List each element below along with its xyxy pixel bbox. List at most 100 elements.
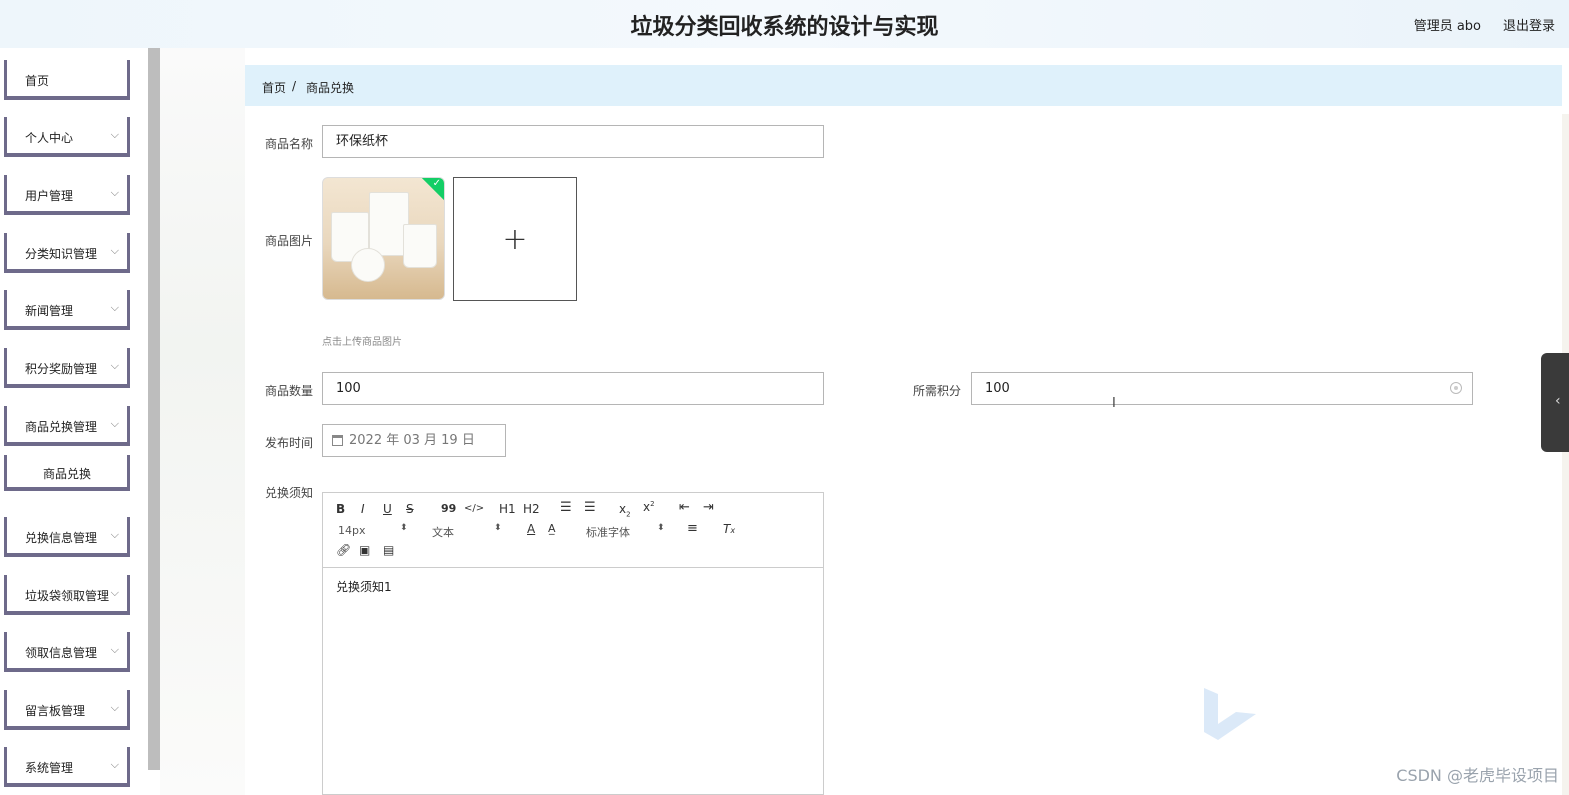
font-family-chevron-icon: ⬍ xyxy=(657,523,665,533)
points-label: 所需积分 xyxy=(913,384,962,398)
font-color-icon[interactable]: A xyxy=(527,522,535,536)
sidebar-item-label: 领取信息管理 xyxy=(25,646,98,660)
strike-button[interactable]: S xyxy=(406,502,414,516)
h1-button[interactable]: H1 xyxy=(499,502,516,516)
product-image-label: 商品图片 xyxy=(265,234,314,248)
watermark: CSDN @老虎毕设项目 xyxy=(1396,766,1559,785)
uploaded-image-thumbnail[interactable]: ✓ xyxy=(322,177,445,300)
chevron-down-icon: ⌵ xyxy=(110,528,119,541)
sidebar-menu-item[interactable]: 领取信息管理 ⌵ xyxy=(4,632,130,672)
sidebar-menu-item[interactable]: 积分奖励管理 ⌵ xyxy=(4,348,130,388)
sidebar-menu-item[interactable]: 兑换信息管理 ⌵ xyxy=(4,517,130,557)
image-upload-button[interactable]: + xyxy=(453,177,577,301)
background-color-icon[interactable]: A̲ xyxy=(548,522,556,535)
chevron-down-icon: ⌵ xyxy=(110,701,119,714)
paragraph-select[interactable]: 文本 xyxy=(432,524,454,540)
publish-date-value: 2022 年 03 月 19 日 xyxy=(349,433,475,448)
breadcrumb-home[interactable]: 首页 xyxy=(262,79,286,96)
product-name-label: 商品名称 xyxy=(265,137,314,151)
rich-text-editor[interactable]: B I U S 99 </> H1 H2 ☰ ☰ x2 x2 ⇤ ⇥ 14px … xyxy=(322,492,824,795)
clear-format-icon[interactable]: Tx xyxy=(723,522,735,536)
sidebar-item-label: 分类知识管理 xyxy=(25,247,98,261)
image-icon[interactable]: ▣ xyxy=(359,543,370,557)
publish-date-label: 发布时间 xyxy=(265,436,314,450)
chevron-down-icon: ⌵ xyxy=(110,301,119,314)
check-icon: ✓ xyxy=(432,178,441,189)
sidebar-menu-item[interactable]: 商品兑换管理 ⌵ xyxy=(4,406,130,446)
background-strip xyxy=(1562,114,1569,795)
underline-button[interactable]: U xyxy=(383,502,392,516)
align-icon[interactable]: ≡ xyxy=(687,521,698,536)
video-icon[interactable]: ▤ xyxy=(383,543,394,557)
breadcrumb-current: 商品兑换 xyxy=(306,81,355,95)
product-name-input[interactable]: 环保纸杯 xyxy=(322,125,824,158)
background-decor xyxy=(160,48,245,795)
sidebar-menu-item[interactable]: 垃圾袋领取管理 ⌵ xyxy=(4,575,130,615)
sidebar-item-label: 兑换信息管理 xyxy=(25,531,98,545)
sidebar-item-label: 系统管理 xyxy=(25,761,74,775)
chevron-down-icon: ⌵ xyxy=(110,359,119,372)
chevron-left-icon: ‹ xyxy=(1555,393,1561,409)
chevron-down-icon: ⌵ xyxy=(110,758,119,771)
plus-icon: + xyxy=(502,222,528,257)
superscript-button[interactable]: x2 xyxy=(643,500,655,514)
sidebar-item-label: 商品兑换管理 xyxy=(25,420,98,434)
quantity-label: 商品数量 xyxy=(265,384,314,398)
chevron-down-icon: ⌵ xyxy=(110,186,119,199)
chevron-down-icon: ⌵ xyxy=(110,244,119,257)
italic-button[interactable]: I xyxy=(361,502,365,516)
floating-logo-icon xyxy=(1204,688,1256,740)
current-user: 管理员 abo xyxy=(1413,19,1481,34)
chevron-down-icon: ⌵ xyxy=(110,417,119,430)
quantity-input[interactable]: 100 xyxy=(322,372,824,405)
sidebar-menu-item[interactable]: 新闻管理 ⌵ xyxy=(4,290,130,330)
sidebar-item-label: 个人中心 xyxy=(25,131,74,145)
submenu-item[interactable]: 商品兑换 xyxy=(4,455,130,491)
subscript-button[interactable]: x2 xyxy=(619,502,631,518)
logout-link[interactable]: 退出登录 xyxy=(1503,15,1555,34)
chevron-down-icon: ⌵ xyxy=(110,643,119,656)
sidebar-item-label: 商品兑换 xyxy=(42,467,91,481)
link-icon[interactable]: 🔗︎ xyxy=(336,543,351,557)
editor-toolbar: B I U S 99 </> H1 H2 ☰ ☰ x2 x2 ⇤ ⇥ 14px … xyxy=(323,493,823,568)
calendar-icon xyxy=(332,435,343,446)
sidebar-item-label: 留言板管理 xyxy=(25,704,86,718)
top-header: 垃圾分类回收系统的设计与实现 管理员 abo 退出登录 xyxy=(0,0,1569,48)
points-value: 100 xyxy=(985,381,1010,396)
clear-icon[interactable] xyxy=(1450,382,1462,394)
chevron-down-icon: ⌵ xyxy=(110,128,119,141)
side-panel-toggle[interactable]: ‹ xyxy=(1541,353,1569,452)
font-family-select[interactable]: 标准字体 xyxy=(586,524,630,540)
bold-button[interactable]: B xyxy=(336,502,345,516)
bullet-list-icon[interactable]: ☰ xyxy=(584,500,596,515)
page-title: 垃圾分类回收系统的设计与实现 xyxy=(630,15,939,40)
sidebar-menu-item[interactable]: 留言板管理 ⌵ xyxy=(4,690,130,730)
sidebar-item-label: 用户管理 xyxy=(25,189,74,203)
points-input[interactable]: 100 xyxy=(971,372,1473,405)
font-size-select[interactable]: 14px xyxy=(338,524,366,537)
sidebar-scrollbar[interactable] xyxy=(148,48,160,770)
breadcrumb: 首页 / 商品兑换 xyxy=(245,65,1562,106)
text-cursor-icon: I xyxy=(1112,396,1116,411)
indent-icon[interactable]: ⇥ xyxy=(703,500,714,515)
notice-label: 兑换须知 xyxy=(265,486,314,500)
sidebar-item-label: 积分奖励管理 xyxy=(25,362,98,376)
sidebar-menu-item[interactable]: 系统管理 ⌵ xyxy=(4,747,130,787)
publish-date-picker[interactable]: 2022 年 03 月 19 日 xyxy=(322,424,506,457)
h2-button[interactable]: H2 xyxy=(523,502,540,516)
sidebar-menu-item[interactable]: 用户管理 ⌵ xyxy=(4,175,130,215)
code-button[interactable]: </> xyxy=(464,503,484,514)
ordered-list-icon[interactable]: ☰ xyxy=(560,500,572,515)
outdent-icon[interactable]: ⇤ xyxy=(679,500,690,515)
editor-content: 兑换须知1 xyxy=(336,580,392,594)
chevron-down-icon: ⌵ xyxy=(110,586,119,599)
sidebar-menu-item[interactable]: 个人中心 ⌵ xyxy=(4,117,130,157)
upload-hint: 点击上传商品图片 xyxy=(322,337,402,348)
font-size-chevron-icon: ⬍ xyxy=(400,523,408,533)
breadcrumb-separator: / xyxy=(292,79,297,93)
paragraph-chevron-icon: ⬍ xyxy=(494,523,502,533)
blockquote-button[interactable]: 99 xyxy=(441,502,456,515)
sidebar-menu-item[interactable]: 首页 xyxy=(4,60,130,100)
sidebar-menu-item[interactable]: 分类知识管理 ⌵ xyxy=(4,233,130,273)
sidebar-item-label: 首页 xyxy=(25,74,50,88)
